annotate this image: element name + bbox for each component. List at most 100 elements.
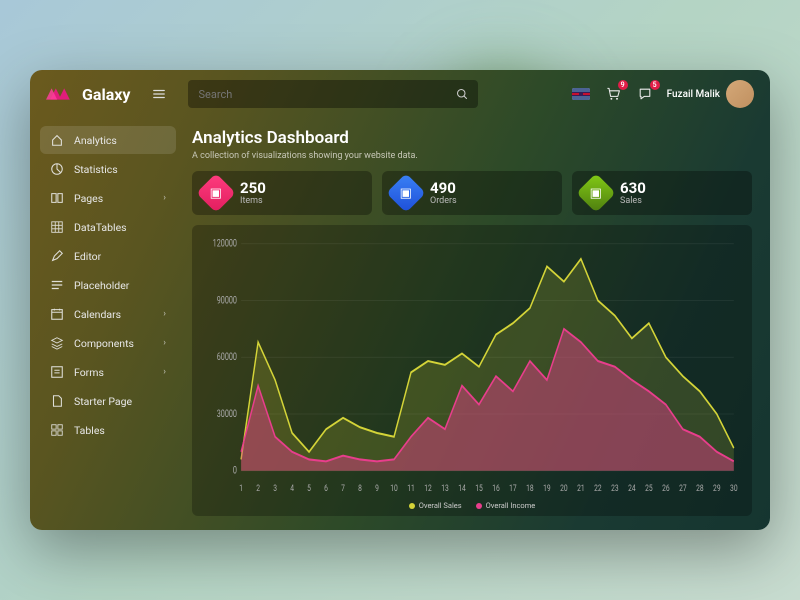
sidebar-item-calendars[interactable]: Calendars›	[40, 300, 176, 328]
legend-item: Overall Income	[476, 501, 536, 510]
sidebar-item-starter-page[interactable]: Starter Page	[40, 387, 176, 415]
legend-dot-icon	[409, 503, 415, 509]
svg-text:30: 30	[730, 482, 738, 494]
chevron-right-icon: ›	[163, 193, 166, 203]
app-body: Analytics Statistics Pages › DataTables Edito…	[30, 118, 770, 530]
stat-card-orders[interactable]: ▣ 490Orders	[382, 171, 562, 215]
page-subtitle: A collection of visualizations showing y…	[192, 151, 752, 161]
svg-text:6: 6	[324, 482, 328, 494]
nav-label: Placeholder	[74, 279, 166, 292]
legend-dot-icon	[476, 503, 482, 509]
page-title: Analytics Dashboard	[192, 128, 752, 148]
nav-label: Components	[74, 337, 153, 350]
stat-icon: ▣	[386, 173, 426, 213]
sidebar-item-placeholder[interactable]: Placeholder	[40, 271, 176, 299]
svg-text:26: 26	[662, 482, 670, 494]
home-icon	[50, 133, 64, 147]
stats-row: ▣ 250Items ▣ 490Orders ▣630Sales	[192, 171, 752, 215]
sidebar-item-components[interactable]: Components ›	[40, 329, 176, 357]
stat-value: 250	[240, 181, 266, 196]
svg-text:11: 11	[407, 482, 415, 494]
chart-legend: Overall Sales Overall Income	[204, 497, 740, 510]
svg-text:8: 8	[358, 482, 362, 494]
stat-label: Orders	[430, 196, 457, 206]
legend-label: Overall Income	[486, 501, 536, 510]
svg-text:13: 13	[441, 482, 449, 494]
brand-logo[interactable]: Galaxy	[46, 85, 130, 104]
layers-icon	[50, 336, 64, 350]
nav-label: Analytics	[74, 134, 166, 147]
sidebar-item-pages[interactable]: Pages ›	[40, 184, 176, 212]
svg-text:2: 2	[256, 482, 260, 494]
book-icon	[50, 191, 64, 205]
lines-icon	[50, 278, 64, 292]
chevron-right-icon: ›	[163, 367, 166, 377]
pie-icon	[50, 162, 64, 176]
notifications-button[interactable]: 5	[635, 84, 655, 104]
chevron-right-icon: ›	[163, 338, 166, 348]
sidebar-item-tables[interactable]: Tables	[40, 416, 176, 444]
svg-text:17: 17	[509, 482, 517, 494]
svg-text:21: 21	[577, 482, 585, 494]
svg-text:60000: 60000	[217, 352, 237, 364]
hamburger-icon	[152, 87, 166, 101]
stat-card-items[interactable]: ▣ 250Items	[192, 171, 372, 215]
chat-icon	[637, 86, 653, 102]
legend-label: Overall Sales	[419, 501, 462, 510]
avatar	[726, 80, 754, 108]
svg-text:22: 22	[594, 482, 602, 494]
nav-label: Pages	[74, 192, 153, 205]
user-menu[interactable]: Fuzail Malik	[667, 80, 754, 108]
stat-icon: ▣	[576, 173, 616, 213]
svg-text:27: 27	[679, 482, 687, 494]
legend-item: Overall Sales	[409, 501, 462, 510]
cart-button[interactable]: 9	[603, 84, 623, 104]
calendar-icon	[50, 307, 64, 321]
nav-label: DataTables	[74, 221, 166, 234]
stat-icon: ▣	[196, 173, 236, 213]
logo-icon	[46, 85, 74, 103]
stat-value: 490	[430, 181, 457, 196]
svg-text:9: 9	[375, 482, 379, 494]
svg-text:5: 5	[307, 482, 311, 494]
cart-badge: 9	[618, 80, 628, 90]
search-box[interactable]	[188, 80, 478, 108]
nav-label: Statistics	[74, 163, 166, 176]
flag-uk-icon	[572, 88, 590, 100]
svg-text:16: 16	[492, 482, 500, 494]
sidebar-item-editor[interactable]: Editor	[40, 242, 176, 270]
svg-text:3: 3	[273, 482, 277, 494]
search-input[interactable]	[198, 88, 456, 101]
svg-text:28: 28	[696, 482, 704, 494]
sidebar-item-forms[interactable]: Forms›	[40, 358, 176, 386]
sidebar-item-datatables[interactable]: DataTables	[40, 213, 176, 241]
svg-text:4: 4	[290, 482, 294, 494]
svg-text:19: 19	[543, 482, 551, 494]
svg-text:15: 15	[475, 482, 483, 494]
notif-badge: 5	[650, 80, 660, 90]
svg-text:14: 14	[458, 482, 466, 494]
menu-toggle-button[interactable]	[148, 83, 170, 105]
sidebar-item-analytics[interactable]: Analytics	[40, 126, 176, 154]
svg-text:120000: 120000	[213, 239, 237, 251]
cart-icon	[605, 86, 621, 102]
sidebar-item-statistics[interactable]: Statistics	[40, 155, 176, 183]
nav-label: Editor	[74, 250, 166, 263]
language-selector[interactable]	[571, 84, 591, 104]
topbar: Galaxy 9 5 Fuzail Malik	[30, 70, 770, 118]
svg-text:90000: 90000	[217, 295, 237, 307]
sidebar: Analytics Statistics Pages › DataTables Edito…	[30, 118, 186, 530]
stat-card-sales[interactable]: ▣630Sales	[572, 171, 752, 215]
svg-text:7: 7	[341, 482, 345, 494]
search-icon	[456, 88, 468, 100]
svg-text:18: 18	[526, 482, 534, 494]
main-content: Analytics Dashboard A collection of visu…	[186, 118, 770, 530]
stat-label: Sales	[620, 196, 646, 206]
svg-text:30000: 30000	[217, 409, 237, 421]
svg-text:0: 0	[233, 466, 237, 478]
chart-panel: 0300006000090000120000123456789101112131…	[192, 225, 752, 516]
nav-label: Starter Page	[74, 395, 166, 408]
svg-text:29: 29	[713, 482, 721, 494]
svg-text:23: 23	[611, 482, 619, 494]
stat-label: Items	[240, 196, 266, 206]
